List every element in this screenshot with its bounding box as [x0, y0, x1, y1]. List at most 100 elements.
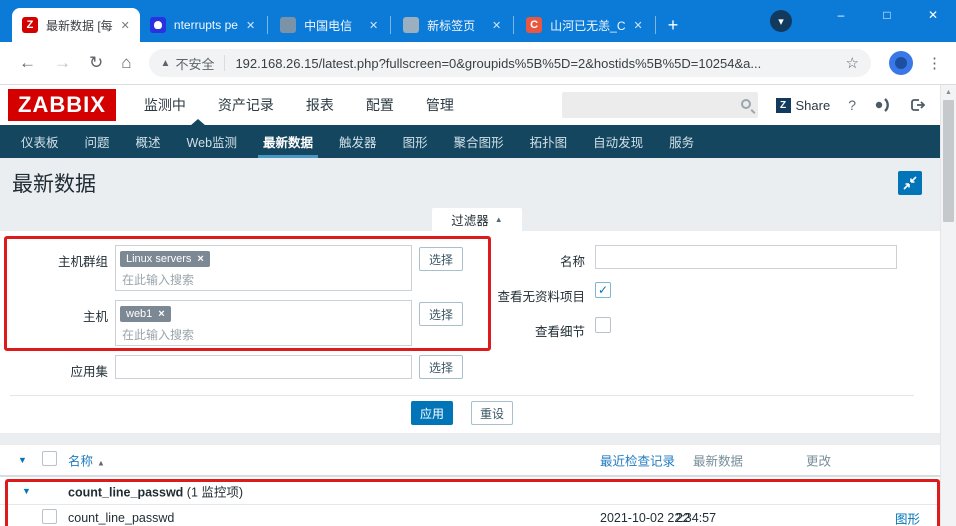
- chip-remove-icon[interactable]: ×: [197, 253, 203, 265]
- tab-title: 中国电信: [304, 18, 353, 33]
- nav-administration[interactable]: 管理: [426, 95, 454, 115]
- logout-icon[interactable]: [910, 98, 926, 112]
- tab-close-icon[interactable]: ✕: [492, 19, 501, 32]
- group-name: count_line_passwd (1 监控项): [68, 485, 244, 499]
- url-bar[interactable]: ▲ 不安全 192.168.26.15/latest.php?fullscree…: [148, 49, 871, 77]
- filter-tab[interactable]: 过滤器 ▲: [432, 208, 522, 231]
- subnav-latest-data[interactable]: 最新数据: [252, 125, 324, 158]
- subnav-dashboard[interactable]: 仪表板: [10, 125, 70, 158]
- subnav-services[interactable]: 服务: [658, 125, 705, 158]
- tab-title: 最新数据 [每: [46, 18, 113, 33]
- subnav-screens[interactable]: 聚合图形: [443, 125, 515, 158]
- newtab-favicon-icon: [403, 17, 420, 33]
- subnav-overview[interactable]: 概述: [125, 125, 172, 158]
- zabbix-favicon-icon: Z: [22, 17, 38, 33]
- name-filter-label: 名称: [559, 255, 585, 269]
- subnav-graphs[interactable]: 图形: [392, 125, 439, 158]
- application-input[interactable]: [115, 355, 412, 379]
- subnav-discovery[interactable]: 自动发现: [582, 125, 654, 158]
- main-nav: 监测中 资产记录 报表 配置 管理: [144, 95, 454, 115]
- browser-tab-c-site[interactable]: C 山河已无恙_C ✕: [516, 8, 653, 42]
- column-header-name[interactable]: 名称 ▲: [68, 451, 105, 470]
- multiselect-placeholder[interactable]: 在此输入搜索: [120, 326, 407, 343]
- apply-button[interactable]: 应用: [411, 401, 453, 425]
- kiosk-mode-button[interactable]: [898, 171, 922, 195]
- zabbix-logo[interactable]: ZABBIX: [8, 89, 116, 121]
- latest-data-table: ▼ 名称 ▲ 最近检查记录 最新数据 更改 ▼ count_line_passwd…: [0, 445, 940, 526]
- chip-remove-icon[interactable]: ×: [158, 308, 164, 320]
- multiselect-placeholder[interactable]: 在此输入搜索: [120, 271, 407, 288]
- window-close-button[interactable]: ✕: [910, 0, 956, 30]
- row-checkbox[interactable]: [42, 509, 57, 526]
- graph-link[interactable]: 图形: [895, 509, 920, 526]
- forward-icon[interactable]: →: [54, 53, 71, 73]
- scroll-up-icon[interactable]: ▲: [941, 85, 956, 100]
- help-icon[interactable]: ?: [848, 97, 856, 113]
- hosts-multiselect[interactable]: web1 × 在此输入搜索: [115, 300, 412, 346]
- reload-icon[interactable]: ↻: [89, 53, 103, 73]
- subnav-web[interactable]: Web监测: [176, 125, 248, 158]
- security-chip[interactable]: ▲ 不安全: [161, 54, 215, 73]
- security-label: 不安全: [175, 56, 215, 72]
- url-divider: [224, 55, 226, 71]
- group-collapse-icon[interactable]: ▼: [22, 486, 31, 496]
- bookmark-star-icon[interactable]: ☆: [846, 54, 859, 72]
- tab-close-icon[interactable]: ✕: [369, 19, 378, 32]
- browser-profile-icon[interactable]: ▾: [770, 10, 792, 32]
- share-link[interactable]: Z Share: [775, 97, 830, 113]
- window-maximize-button[interactable]: □: [864, 0, 910, 30]
- search-input[interactable]: [562, 93, 733, 117]
- home-icon[interactable]: ⌂: [121, 53, 131, 73]
- browser-titlebar: Z 最新数据 [每 ✕ nterrupts pe ✕ 中国电信 ✕ 新标签页 ✕…: [0, 0, 956, 42]
- host-groups-select-button[interactable]: 选择: [419, 247, 463, 271]
- tab-title: 新标签页: [427, 18, 476, 33]
- page-title: 最新数据: [12, 173, 96, 196]
- url-text[interactable]: 192.168.26.15/latest.php?fullscreen=0&gr…: [235, 56, 837, 71]
- subnav-problems[interactable]: 问题: [74, 125, 121, 158]
- tab-separator: [267, 16, 269, 34]
- application-select-button[interactable]: 选择: [419, 355, 463, 379]
- browser-tab-newtab[interactable]: 新标签页 ✕: [393, 8, 511, 42]
- window-minimize-button[interactable]: –: [818, 0, 864, 30]
- browser-tab-zabbix[interactable]: Z 最新数据 [每 ✕: [12, 8, 140, 42]
- filter-panel: 主机群组 Linux servers × 在此输入搜索 选择 主机 web1 ×…: [0, 231, 940, 433]
- baidu-favicon-icon: [149, 17, 166, 33]
- chrome-avatar-icon[interactable]: [889, 51, 913, 75]
- subnav-triggers[interactable]: 触发器: [328, 125, 388, 158]
- user-profile-icon[interactable]: [874, 98, 892, 112]
- name-filter-input[interactable]: [595, 245, 897, 269]
- collapse-all-icon[interactable]: ▼: [18, 455, 27, 465]
- show-details-checkbox[interactable]: [595, 317, 611, 333]
- back-icon[interactable]: ←: [19, 53, 36, 73]
- new-tab-button[interactable]: +: [668, 16, 679, 34]
- nav-configuration[interactable]: 配置: [366, 95, 394, 115]
- chip-label: web1: [126, 308, 153, 320]
- zabbix-search-box[interactable]: [561, 92, 758, 118]
- zabbix-header: ZABBIX 监测中 资产记录 报表 配置 管理 Z Share ?: [0, 85, 956, 126]
- item-last-check: 2021-10-02 22:34:57: [600, 511, 717, 525]
- nav-monitoring[interactable]: 监测中: [144, 95, 186, 115]
- tab-close-icon[interactable]: ✕: [246, 19, 255, 32]
- column-header-last-check[interactable]: 最近检查记录: [600, 451, 675, 470]
- nav-inventory[interactable]: 资产记录: [218, 95, 274, 115]
- show-without-data-checkbox[interactable]: ✓: [595, 282, 611, 298]
- tab-separator: [513, 16, 515, 34]
- browser-tab-interrupts[interactable]: nterrupts pe ✕: [140, 8, 265, 42]
- host-groups-multiselect[interactable]: Linux servers × 在此输入搜索: [115, 245, 412, 291]
- host-groups-label: 主机群组: [57, 255, 108, 269]
- tab-title: nterrupts pe: [173, 18, 238, 32]
- tab-close-icon[interactable]: ✕: [634, 19, 643, 32]
- scrollbar-thumb[interactable]: [943, 100, 954, 222]
- subnav-maps[interactable]: 拓扑图: [519, 125, 579, 158]
- item-name: count_line_passwd: [68, 511, 175, 525]
- chrome-menu-icon[interactable]: ⋮: [927, 54, 942, 72]
- host-chip: web1 ×: [120, 306, 171, 322]
- browser-tab-telecom[interactable]: 中国电信 ✕: [270, 8, 388, 42]
- search-icon[interactable]: [740, 99, 751, 109]
- nav-reports[interactable]: 报表: [306, 95, 334, 115]
- page-scrollbar[interactable]: ▲: [940, 85, 956, 526]
- reset-button[interactable]: 重设: [471, 401, 513, 425]
- browser-addressbar: ← → ↻ ⌂ ▲ 不安全 192.168.26.15/latest.php?f…: [0, 42, 956, 85]
- select-all-checkbox[interactable]: [42, 451, 57, 469]
- tab-close-icon[interactable]: ✕: [121, 19, 130, 32]
